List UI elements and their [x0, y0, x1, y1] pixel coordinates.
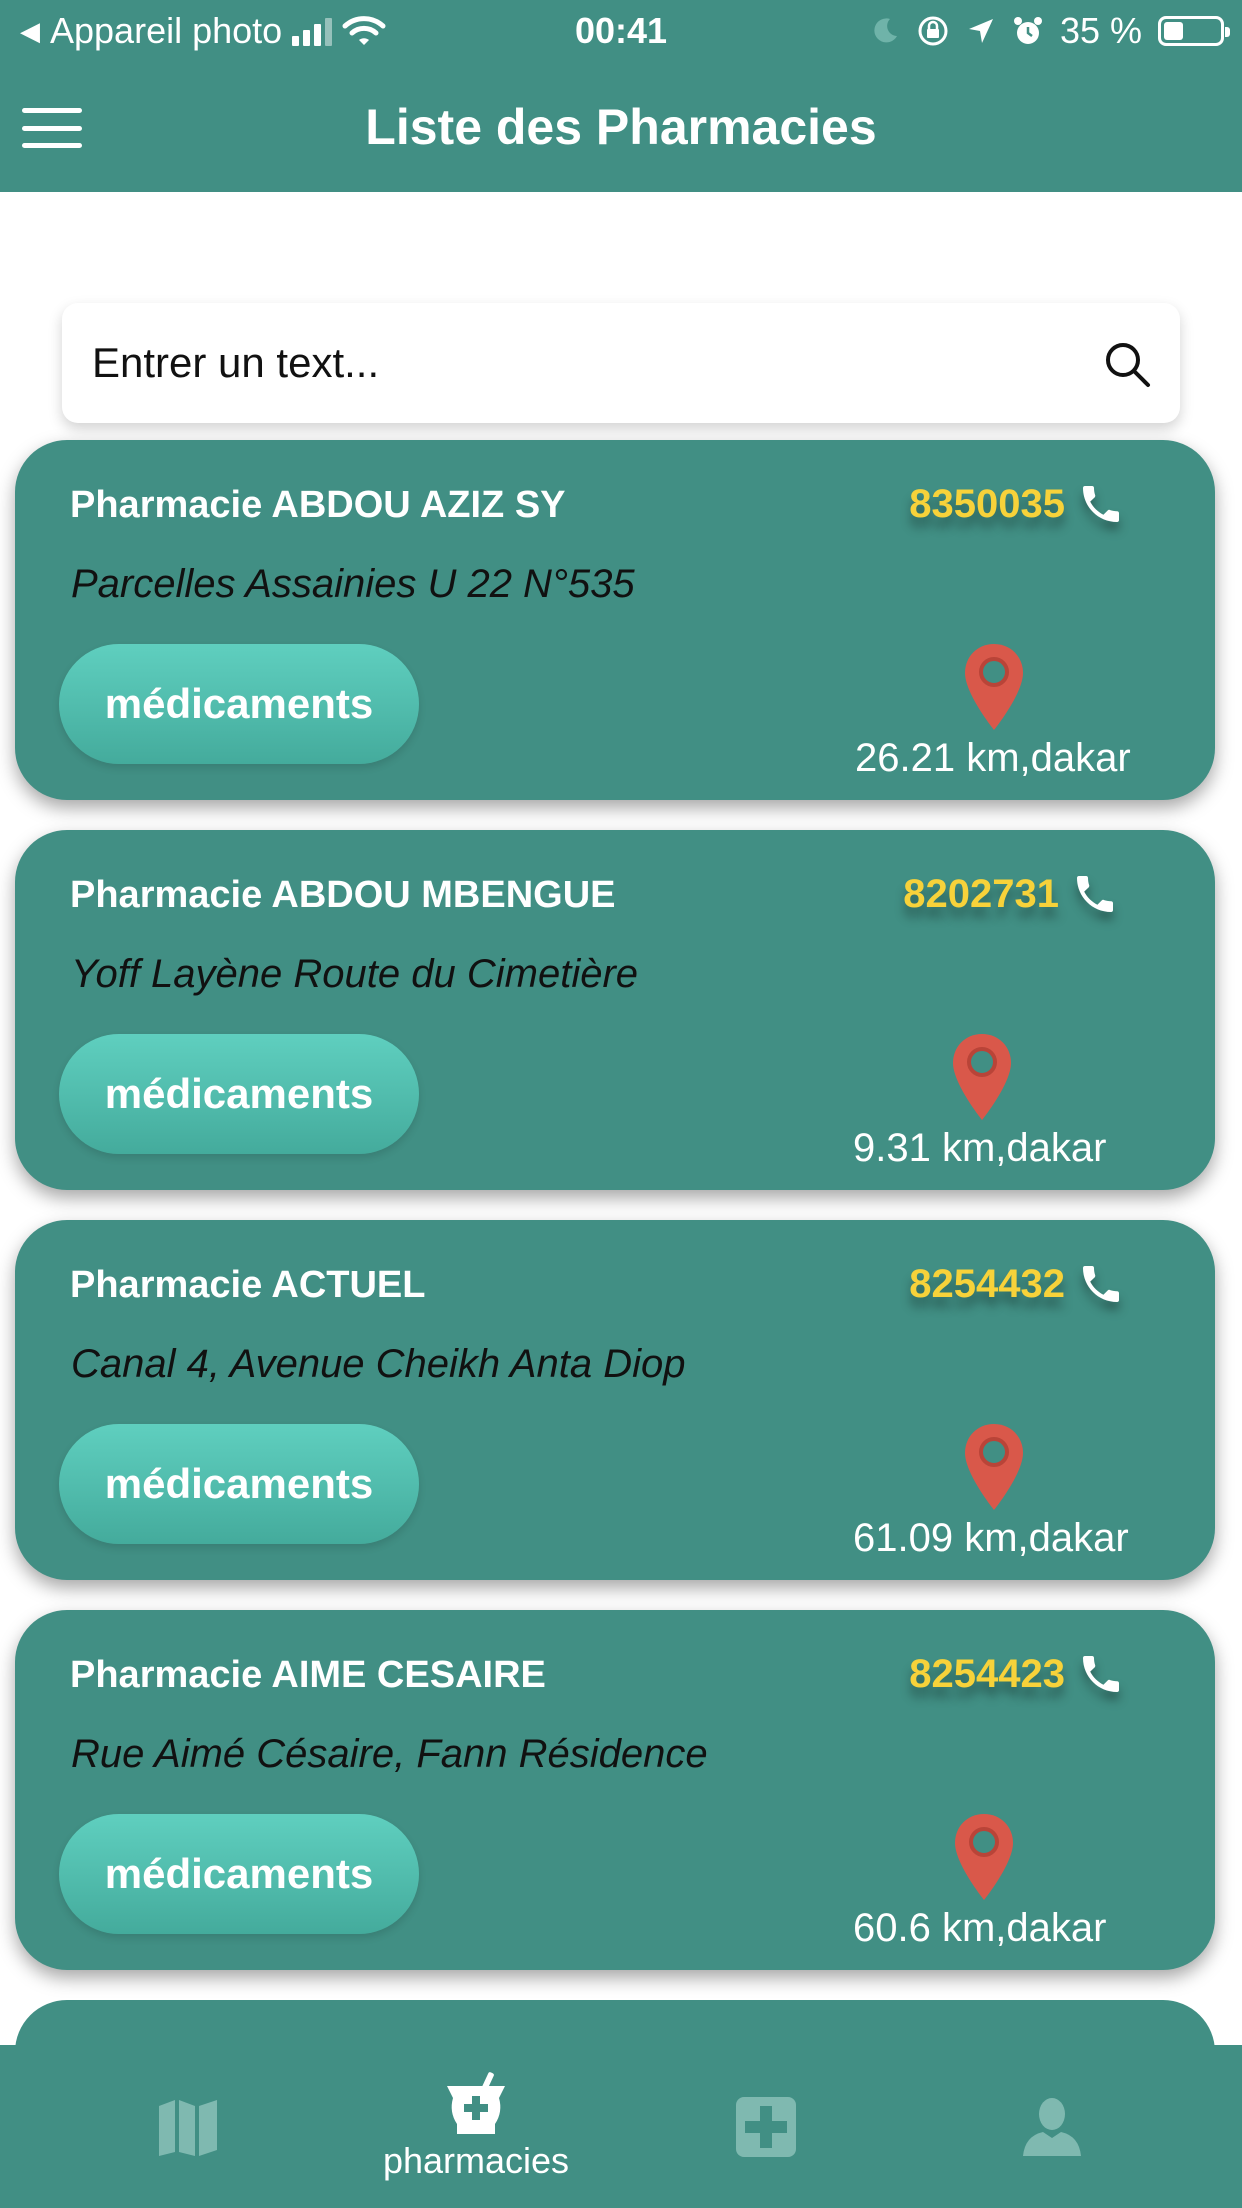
user-icon	[1023, 2097, 1081, 2156]
status-right: 35 %	[870, 10, 1230, 52]
phone-link[interactable]: 8350035	[909, 480, 1125, 528]
tab-medical[interactable]	[611, 2045, 921, 2208]
phone-number: 8350035	[909, 481, 1065, 526]
pharmacy-name: Pharmacie ABDOU AZIZ SY	[70, 484, 566, 526]
search-bar	[62, 303, 1180, 423]
phone-number: 8254423	[909, 1651, 1065, 1696]
medicaments-button[interactable]: médicaments	[59, 1034, 419, 1154]
phone-icon	[1083, 1656, 1119, 1692]
phone-link[interactable]: 8254432	[909, 1260, 1125, 1308]
pharmacy-name: Pharmacie ABDOU MBENGUE	[70, 874, 616, 916]
pharmacy-card[interactable]: Pharmacie AIME CESAIRE 8254423 Rue Aimé …	[15, 1610, 1215, 1970]
pharmacy-mortar-icon	[447, 2071, 505, 2134]
medicaments-button[interactable]: médicaments	[59, 1814, 419, 1934]
pharmacy-address: Yoff Layène Route du Cimetière	[71, 952, 639, 996]
pharmacy-distance: 9.31 km,dakar	[853, 1126, 1107, 1170]
phone-icon	[1083, 486, 1119, 522]
search-icon[interactable]	[1102, 339, 1152, 389]
battery-level	[1164, 22, 1183, 40]
pharmacy-distance: 61.09 km,dakar	[853, 1516, 1129, 1560]
phone-link[interactable]: 8202731	[903, 870, 1119, 918]
location-pin-icon[interactable]	[953, 1812, 1015, 1902]
medicaments-button[interactable]: médicaments	[59, 1424, 419, 1544]
location-pin-icon[interactable]	[951, 1032, 1013, 1122]
location-pin-icon[interactable]	[963, 1422, 1025, 1512]
tab-label: pharmacies	[382, 2139, 570, 2181]
page-title: Liste des Pharmacies	[365, 99, 877, 155]
rotation-lock-icon	[918, 16, 948, 46]
pharmacy-address: Rue Aimé Césaire, Fann Résidence	[71, 1732, 708, 1776]
pharmacy-address: Parcelles Assainies U 22 N°535	[71, 562, 635, 606]
search-input[interactable]	[92, 303, 1072, 423]
battery-icon	[1158, 16, 1230, 46]
alarm-icon	[1013, 17, 1042, 44]
pharmacy-address: Canal 4, Avenue Cheikh Anta Diop	[71, 1342, 686, 1386]
battery-percent: 35 %	[1059, 10, 1142, 51]
pharmacy-card[interactable]: Pharmacie ABDOU MBENGUE 8202731 Yoff Lay…	[15, 830, 1215, 1190]
moon-icon	[874, 18, 897, 43]
tab-profile[interactable]	[897, 2045, 1207, 2208]
pharmacy-card[interactable]: Pharmacie ACTUEL 8254432 Canal 4, Avenue…	[15, 1220, 1215, 1580]
status-bar: ◀ Appareil photo 00:41 35 %	[0, 0, 1242, 62]
pharmacy-name: Pharmacie ACTUEL	[70, 1264, 426, 1306]
location-arrow-icon	[968, 19, 993, 43]
phone-icon	[1083, 1266, 1119, 1302]
map-icon	[159, 2099, 217, 2156]
phone-link[interactable]: 8254423	[909, 1650, 1125, 1698]
phone-icon	[1077, 876, 1113, 912]
pharmacy-distance: 60.6 km,dakar	[853, 1906, 1107, 1950]
bottom-tab-bar: pharmacies	[0, 2045, 1242, 2208]
medicaments-button[interactable]: médicaments	[59, 644, 419, 764]
tab-pharmacies[interactable]: pharmacies	[321, 2045, 631, 2208]
app-header: Liste des Pharmacies	[0, 62, 1242, 192]
pharmacy-distance: 26.21 km,dakar	[855, 736, 1131, 780]
phone-number: 8254432	[909, 1261, 1065, 1306]
location-pin-icon[interactable]	[963, 642, 1025, 732]
pharmacy-card[interactable]: Pharmacie ABDOU AZIZ SY 8350035 Parcelle…	[15, 440, 1215, 800]
pharmacy-name: Pharmacie AIME CESAIRE	[70, 1654, 546, 1696]
medical-cross-icon	[736, 2096, 796, 2157]
tab-map[interactable]	[33, 2045, 343, 2208]
phone-number: 8202731	[903, 871, 1059, 916]
